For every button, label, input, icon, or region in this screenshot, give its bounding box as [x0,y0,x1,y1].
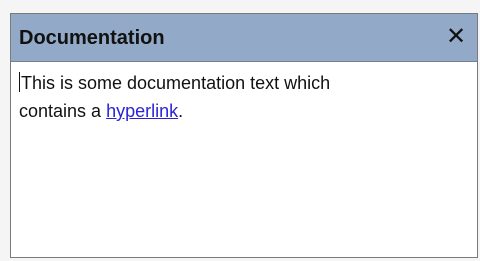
documentation-text-line-1: This is some documentation text which [21,73,331,93]
panel-titlebar: Documentation ✕ [11,14,477,62]
hyperlink[interactable]: hyperlink [106,101,178,121]
panel-title: Documentation [19,27,165,49]
text-caret [19,72,20,92]
documentation-text-after-link: . [178,101,184,121]
documentation-line-1: This is some documentation text which [19,69,469,97]
documentation-panel: Documentation ✕ This is some documentati… [10,13,478,258]
documentation-line-2: contains a hyperlink. [19,97,469,125]
documentation-content[interactable]: This is some documentation text which co… [15,66,473,253]
close-icon[interactable]: ✕ [445,22,467,50]
documentation-text-before-link: contains a [19,101,107,121]
